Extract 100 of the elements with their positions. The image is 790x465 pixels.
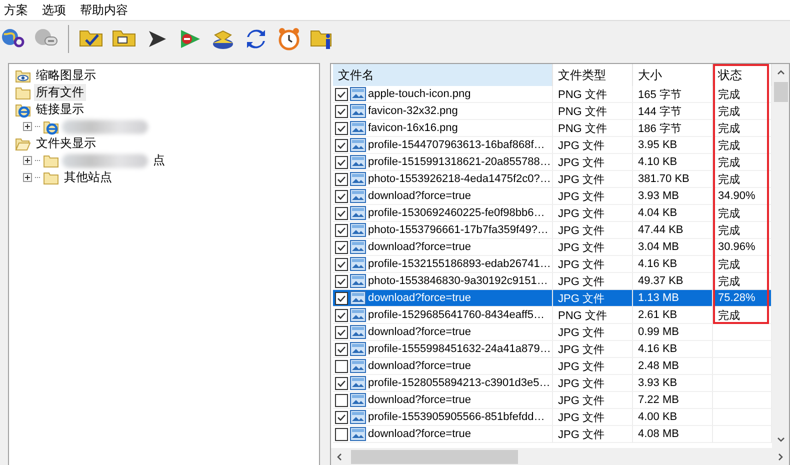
column-header[interactable]: 大小 xyxy=(633,64,713,86)
expand-toggle[interactable] xyxy=(23,156,32,165)
image-file-icon xyxy=(350,223,366,237)
image-file-icon xyxy=(350,104,366,118)
tree-item[interactable]: 缩略图显示 xyxy=(34,67,98,84)
file-size: 381.70 KB xyxy=(633,171,713,188)
file-name: photo-1553796661-17b7fa359f49?… xyxy=(368,224,548,236)
folder-icon xyxy=(43,170,59,186)
file-row[interactable]: profile-1529685641760-8434eaff5… PNG 文件 2.61 KB 完成 xyxy=(333,307,772,324)
checkbox[interactable] xyxy=(335,190,348,202)
checkbox[interactable] xyxy=(335,206,348,220)
checkbox[interactable] xyxy=(335,410,348,424)
column-header[interactable]: 文件类型 xyxy=(553,64,633,86)
file-type: JPG 文件 xyxy=(553,426,633,443)
checkbox[interactable] xyxy=(335,156,348,168)
file-size: 2.48 MB xyxy=(633,358,713,375)
expand-toggle[interactable] xyxy=(23,173,32,182)
file-row[interactable]: profile-1532155186893-edab26741… JPG 文件 4.16 KB 完成 xyxy=(333,256,772,273)
checkbox[interactable] xyxy=(335,122,348,134)
file-name: profile-1532155186893-edab26741… xyxy=(368,258,551,270)
checkbox[interactable] xyxy=(335,292,348,304)
file-row[interactable]: download?force=true JPG 文件 4.08 MB xyxy=(333,426,772,443)
tree-item[interactable]: 点 xyxy=(151,152,167,169)
file-row[interactable]: profile-1528055894213-c3901d3e5… JPG 文件 3.93 KB xyxy=(333,375,772,392)
file-row[interactable]: profile-1515991318621-20a855788… JPG 文件 4.10 KB 完成 xyxy=(333,154,772,171)
file-row[interactable]: download?force=true JPG 文件 2.48 MB xyxy=(333,358,772,375)
checkbox[interactable] xyxy=(335,342,348,356)
file-type: JPG 文件 xyxy=(553,392,633,409)
image-file-icon xyxy=(350,274,366,288)
file-type: JPG 文件 xyxy=(553,290,633,307)
download-status: 完成 xyxy=(718,258,740,272)
eye-folder-icon xyxy=(15,68,31,84)
checkbox[interactable] xyxy=(335,376,348,390)
file-row[interactable]: download?force=true JPG 文件 0.99 MB xyxy=(333,324,772,341)
column-header[interactable]: 文件名 xyxy=(333,64,553,86)
file-name: download?force=true xyxy=(368,190,472,202)
file-size: 4.08 MB xyxy=(633,426,713,443)
file-name: photo-1553926218-4eda1475f2c0?… xyxy=(368,173,551,185)
download-status: 完成 xyxy=(718,88,740,102)
file-row[interactable]: profile-1544707963613-16baf868f… JPG 文件 3.95 KB 完成 xyxy=(333,137,772,154)
file-name: profile-1529685641760-8434eaff5… xyxy=(368,309,545,321)
folder-icon xyxy=(43,152,59,168)
file-row[interactable]: apple-touch-icon.png PNG 文件 165 字节 完成 xyxy=(333,86,772,103)
download-status: 30.96% xyxy=(718,241,756,253)
download-status: 完成 xyxy=(718,206,740,220)
checkbox[interactable] xyxy=(335,394,348,406)
file-size: 144 字节 xyxy=(633,103,713,120)
checkbox[interactable] xyxy=(335,308,348,322)
checkbox[interactable] xyxy=(335,172,348,186)
checkbox[interactable] xyxy=(335,224,348,236)
file-row[interactable]: photo-1553926218-4eda1475f2c0?… JPG 文件 381.70 KB 完成 xyxy=(333,171,772,188)
file-row[interactable]: favicon-32x32.png PNG 文件 144 字节 完成 xyxy=(333,103,772,120)
file-type: JPG 文件 xyxy=(553,188,633,205)
file-type: JPG 文件 xyxy=(553,324,633,341)
download-status: 完成 xyxy=(718,274,740,288)
checkbox[interactable] xyxy=(335,88,348,100)
file-type: PNG 文件 xyxy=(553,103,633,120)
file-name: profile-1528055894213-c3901d3e5… xyxy=(368,377,550,389)
scroll-thumb[interactable] xyxy=(774,82,788,102)
file-type: JPG 文件 xyxy=(553,358,633,375)
vertical-scrollbar[interactable] xyxy=(772,64,789,448)
file-row[interactable]: download?force=true JPG 文件 3.93 MB 34.90% xyxy=(333,188,772,205)
tree-item[interactable]: 文件夹显示 xyxy=(34,135,98,152)
file-row[interactable]: profile-1555998451632-24a41a879… JPG 文件 4.16 KB xyxy=(333,341,772,358)
checkbox[interactable] xyxy=(335,138,348,152)
checkbox[interactable] xyxy=(335,104,348,118)
tree-item[interactable]: 其他站点 xyxy=(62,169,114,186)
file-name: profile-1530692460225-fe0f98bb6… xyxy=(368,207,545,219)
file-size: 3.95 KB xyxy=(633,137,713,154)
checkbox[interactable] xyxy=(335,274,348,288)
file-row[interactable]: profile-1530692460225-fe0f98bb6… JPG 文件 4.04 KB 完成 xyxy=(333,205,772,222)
download-status: 34.90% xyxy=(718,190,756,202)
checkbox[interactable] xyxy=(335,258,348,270)
file-row[interactable]: photo-1553796661-17b7fa359f49?… JPG 文件 47.44 KB 完成 xyxy=(333,222,772,239)
checkbox[interactable] xyxy=(335,428,348,440)
alarm-clock-icon[interactable] xyxy=(276,26,302,52)
menu-item[interactable]: 选项 xyxy=(42,2,66,18)
image-file-icon xyxy=(350,427,366,441)
expand-toggle[interactable] xyxy=(23,122,32,131)
file-name: profile-1553905905566-851bfefdd… xyxy=(368,411,545,423)
file-name: profile-1544707963613-16baf868f… xyxy=(368,139,545,151)
tree-item[interactable]: 链接显示 xyxy=(34,101,86,118)
file-type: JPG 文件 xyxy=(553,256,633,273)
file-size: 165 字节 xyxy=(633,86,713,103)
tree-item[interactable]: 所有文件 xyxy=(34,84,86,101)
file-row[interactable]: profile-1553905905566-851bfefdd… JPG 文件 4.00 KB xyxy=(333,409,772,426)
checkbox[interactable] xyxy=(335,326,348,338)
checkbox[interactable] xyxy=(335,240,348,254)
file-row[interactable]: download?force=true JPG 文件 7.22 MB xyxy=(333,392,772,409)
download-status: 完成 xyxy=(718,224,740,238)
menu-item[interactable]: 帮助内容 xyxy=(80,2,128,18)
file-row[interactable]: favicon-16x16.png PNG 文件 186 字节 完成 xyxy=(333,120,772,137)
checkbox[interactable] xyxy=(335,360,348,372)
file-row[interactable]: download?force=true JPG 文件 3.04 MB 30.96% xyxy=(333,239,772,256)
menu-item[interactable]: 方案 xyxy=(4,2,28,18)
horizontal-scrollbar[interactable] xyxy=(331,448,789,465)
file-size: 186 字节 xyxy=(633,120,713,137)
image-file-icon xyxy=(350,342,366,356)
image-file-icon xyxy=(350,87,366,101)
scroll-thumb[interactable] xyxy=(351,450,518,464)
